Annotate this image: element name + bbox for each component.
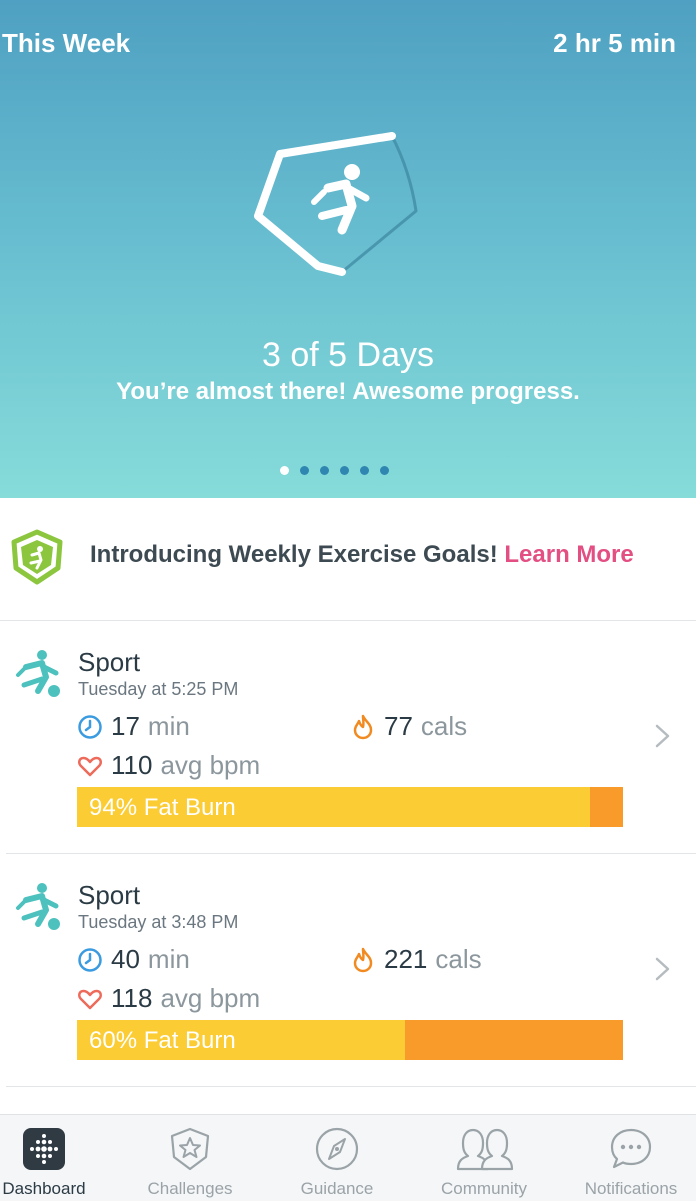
page-indicator[interactable] xyxy=(280,466,389,475)
weekly-exercise-hero[interactable]: This Week 2 hr 5 min 3 of 5 Days You’re … xyxy=(0,0,696,498)
tab-label: Dashboard xyxy=(2,1179,86,1198)
weekly-goals-intro[interactable]: Introducing Weekly Exercise Goals! Learn… xyxy=(0,498,696,621)
days-progress: 3 of 5 Days xyxy=(262,336,434,374)
dashboard-icon xyxy=(23,1128,65,1170)
tab-label: Guidance xyxy=(300,1179,374,1198)
activity-name: Sport xyxy=(78,880,141,910)
calories-stat: 77 cals xyxy=(350,711,467,742)
running-person-badge-icon xyxy=(254,132,418,276)
activity-time: Tuesday at 5:25 PM xyxy=(78,679,239,699)
tab-notifications[interactable]: Notifications xyxy=(570,1115,692,1201)
heart-icon xyxy=(78,989,102,1009)
tab-challenges[interactable]: Challenges xyxy=(130,1115,250,1201)
tab-label: Challenges xyxy=(147,1179,233,1198)
page-dot[interactable] xyxy=(280,466,289,475)
progress-message: You’re almost there! Awesome progress. xyxy=(116,378,580,405)
chevron-right-icon[interactable] xyxy=(654,956,672,982)
page-dot[interactable] xyxy=(340,466,349,475)
week-label: This Week xyxy=(2,28,131,58)
heart-rate-stat: 118 avg bpm xyxy=(77,983,260,1014)
tab-guidance[interactable]: Guidance xyxy=(278,1115,396,1201)
star-badge-icon xyxy=(170,1127,210,1171)
duration-stat: 17 min xyxy=(77,711,190,742)
tab-dashboard[interactable]: Dashboard xyxy=(0,1115,88,1201)
total-exercise-time: 2 hr 5 min xyxy=(553,28,676,58)
exercise-goal-badge-icon xyxy=(11,529,63,585)
page-dot[interactable] xyxy=(380,466,389,475)
sport-icon xyxy=(16,650,60,697)
tab-label: Community xyxy=(441,1179,527,1198)
heart-zone-bar: 94% Fat Burn xyxy=(77,787,623,827)
chevron-right-icon[interactable] xyxy=(654,723,672,749)
page-dot[interactable] xyxy=(360,466,369,475)
bottom-tab-bar: Dashboard Challenges Guidance Community … xyxy=(0,1114,696,1201)
calories-stat: 221 cals xyxy=(350,944,482,975)
people-icon xyxy=(456,1128,514,1171)
tab-community[interactable]: Community xyxy=(424,1115,544,1201)
page-dot[interactable] xyxy=(300,466,309,475)
learn-more-link[interactable]: Learn More xyxy=(504,541,633,568)
activity-time: Tuesday at 3:48 PM xyxy=(78,912,239,932)
clock-icon xyxy=(78,947,102,972)
chat-bubble-icon xyxy=(610,1128,652,1169)
duration-stat: 40 min xyxy=(77,944,190,975)
heart-icon xyxy=(78,756,102,776)
heart-zone-bar: 60% Fat Burn xyxy=(77,1020,623,1060)
heart-rate-stat: 110 avg bpm xyxy=(77,750,260,781)
page-dot[interactable] xyxy=(320,466,329,475)
flame-icon xyxy=(353,714,373,739)
tab-label: Notifications xyxy=(584,1179,678,1198)
activity-card[interactable]: Sport Tuesday at 5:25 PM 17 min 77 cals 11… xyxy=(6,621,696,854)
sport-icon xyxy=(16,883,60,930)
compass-icon xyxy=(315,1127,359,1171)
intro-text: Introducing Weekly Exercise Goals! Learn… xyxy=(90,541,634,568)
activity-name: Sport xyxy=(78,647,141,677)
clock-icon xyxy=(78,714,102,739)
activity-card[interactable]: Sport Tuesday at 3:48 PM 40 min 221 cals 1… xyxy=(6,854,696,1087)
fat-burn-label: 60% Fat Burn xyxy=(89,1027,236,1054)
flame-icon xyxy=(353,947,373,972)
fat-burn-label: 94% Fat Burn xyxy=(89,794,236,821)
